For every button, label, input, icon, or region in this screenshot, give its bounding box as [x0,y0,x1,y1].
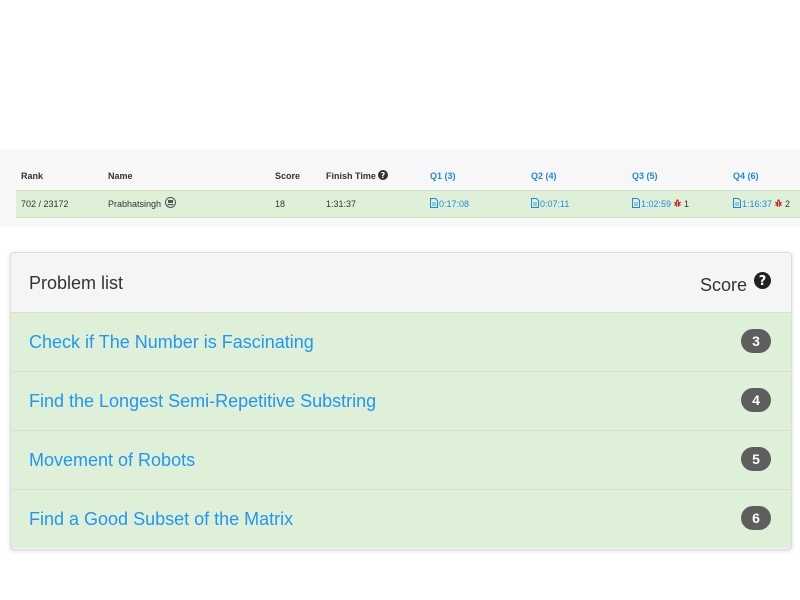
svg-text:?: ? [759,274,767,289]
q1-result: 0:17:08 [430,191,469,218]
user-cell: Prabhatsingh [108,191,177,218]
q4-result: 1:16:37 2 [733,191,790,218]
header-score: Score [275,171,301,181]
avatar-icon [165,192,177,218]
q3-wrong-count: 1 [684,199,690,209]
problem-list-title: Problem list [29,273,124,293]
score-heading-label: Score [699,275,747,295]
score-heading: Score ? [700,253,771,315]
q3-time[interactable]: 1:02:59 [641,199,671,209]
problem-link[interactable]: Movement of Robots [29,431,195,489]
header-finish-time-label: Finish Time [326,171,376,181]
file-icon[interactable] [632,192,640,218]
problem-list-header: Problem list Score ? [11,253,791,313]
list-item: Movement of Robots 5 [11,431,791,490]
header-name: Name [108,171,133,181]
score-badge: 6 [741,506,771,530]
list-item: Find a Good Subset of the Matrix 6 [11,490,791,548]
rank-value: 702 / 23172 [21,199,69,209]
score-value: 18 [275,199,286,209]
problem-list-panel: Problem list Score ? Check if The Number… [10,252,792,550]
q1-time[interactable]: 0:17:08 [439,199,469,209]
question-circle-icon[interactable]: ? [754,253,771,313]
ranking-header-row: Rank Name Score Finish Time? Q1 (3) Q2 (… [16,164,800,188]
file-icon[interactable] [531,192,539,218]
table-row: 702 / 23172 Prabhatsingh 18 1:31:37 0:17… [16,190,800,218]
bug-icon [774,192,783,218]
header-finish-time: Finish Time? [326,164,388,189]
problem-link[interactable]: Check if The Number is Fascinating [29,313,314,371]
header-q2[interactable]: Q2 (4) [531,164,557,188]
header-q4[interactable]: Q4 (6) [733,164,759,188]
file-icon[interactable] [430,192,438,218]
problem-link[interactable]: Find a Good Subset of the Matrix [29,490,293,548]
ranking-table: Rank Name Score Finish Time? Q1 (3) Q2 (… [0,150,800,226]
finish-time-value: 1:31:37 [326,199,357,209]
score-badge: 5 [741,447,771,471]
question-circle-icon[interactable]: ? [377,165,388,189]
svg-text:?: ? [381,171,386,180]
bug-icon [673,192,682,218]
q3-result: 1:02:59 1 [632,191,689,218]
q4-wrong-count: 2 [785,199,791,209]
file-icon[interactable] [733,192,741,218]
username[interactable]: Prabhatsingh [108,199,161,209]
header-q1[interactable]: Q1 (3) [430,164,456,188]
q2-result: 0:07:11 [531,191,569,218]
list-item: Check if The Number is Fascinating 3 [11,313,791,372]
list-item: Find the Longest Semi-Repetitive Substri… [11,372,791,431]
problem-link[interactable]: Find the Longest Semi-Repetitive Substri… [29,372,376,430]
header-rank: Rank [21,171,44,181]
score-badge: 3 [741,329,771,353]
header-q3[interactable]: Q3 (5) [632,164,658,188]
score-badge: 4 [741,388,771,412]
q2-time[interactable]: 0:07:11 [540,199,569,209]
q4-time[interactable]: 1:16:37 [742,199,772,209]
